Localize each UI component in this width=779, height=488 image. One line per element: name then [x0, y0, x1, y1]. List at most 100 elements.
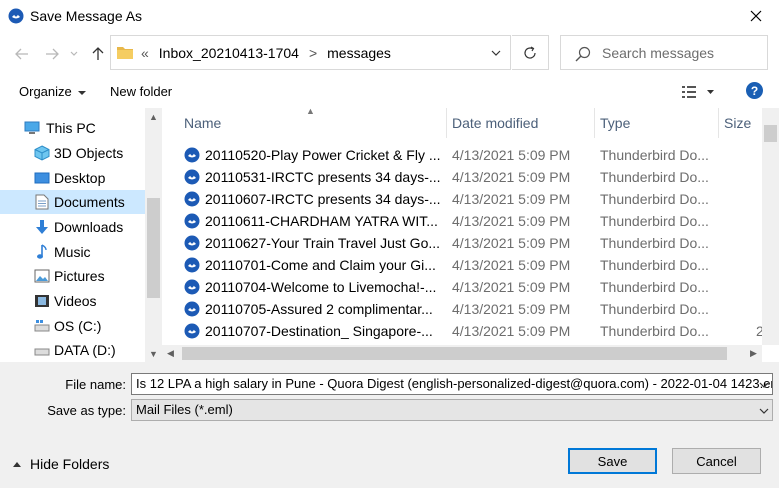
sidebar-item-label: Downloads: [54, 219, 124, 235]
chevron-down-icon[interactable]: [490, 47, 502, 59]
column-header-date[interactable]: Date modified: [452, 108, 538, 138]
download-icon: [34, 219, 50, 235]
file-name-cell: 20110701-Come and Claim your Gi...: [205, 257, 436, 273]
scrollbar-thumb[interactable]: [147, 198, 160, 298]
date-modified-cell: 4/13/2021 5:09 PM: [452, 235, 571, 251]
thunderbird-icon: [8, 8, 24, 24]
file-name-cell: 20110531-IRCTC presents 34 days-...: [205, 169, 441, 185]
chevron-down-icon[interactable]: [759, 407, 769, 415]
hide-folders-label: Hide Folders: [30, 456, 110, 472]
forward-button[interactable]: [42, 44, 62, 64]
chevron-down-icon: [78, 90, 87, 95]
sidebar-item-music[interactable]: Music: [0, 240, 145, 264]
file-name-input[interactable]: Is 12 LPA a high salary in Pune - Quora …: [131, 373, 773, 395]
sidebar-item-label: Music: [54, 244, 91, 260]
sidebar-item-3d-objects[interactable]: 3D Objects: [0, 141, 145, 165]
thunderbird-document-icon: [184, 191, 200, 207]
column-header-size[interactable]: Size: [724, 108, 751, 138]
file-list-horizontal-scrollbar[interactable]: ◀ ▶: [162, 345, 762, 362]
computer-icon: [24, 120, 40, 136]
arrow-up-icon: [92, 47, 104, 60]
column-header-type[interactable]: Type: [600, 108, 630, 138]
file-type-cell: Thunderbird Do...: [600, 169, 709, 185]
table-row[interactable]: 20110704-Welcome to Livemocha!-... 4/13/2…: [162, 276, 762, 298]
chevron-right-icon[interactable]: ▶: [745, 345, 762, 362]
breadcrumb-item-messages[interactable]: messages: [327, 45, 391, 61]
save-button[interactable]: Save: [568, 448, 657, 474]
table-row[interactable]: 20110531-IRCTC presents 34 days-... 4/13/…: [162, 166, 762, 188]
refresh-button[interactable]: [512, 35, 549, 70]
sidebar-scrollbar[interactable]: ▲ ▼: [145, 108, 162, 362]
sidebar-item-downloads[interactable]: Downloads: [0, 215, 145, 239]
back-button[interactable]: [12, 44, 32, 64]
sidebar-item-documents[interactable]: Documents: [0, 190, 145, 214]
pictures-icon: [34, 268, 50, 284]
date-modified-cell: 4/13/2021 5:09 PM: [452, 169, 571, 185]
address-bar[interactable]: « Inbox_20210413-1704 > messages: [110, 35, 511, 70]
table-row[interactable]: 20110705-Assured 2 complimentar... 4/13/2…: [162, 298, 762, 320]
up-button[interactable]: [88, 44, 108, 64]
recent-locations-button[interactable]: [68, 44, 80, 64]
sidebar-item-label: This PC: [46, 120, 96, 136]
organize-button[interactable]: Organize: [19, 84, 87, 99]
table-row[interactable]: 20110707-Destination_ Singapore-... 4/13/…: [162, 320, 764, 342]
file-type-cell: Thunderbird Do...: [600, 257, 709, 273]
sidebar-item-data-d[interactable]: DATA (D:): [0, 338, 145, 362]
close-button[interactable]: [733, 0, 779, 32]
folder-icon: [117, 47, 133, 59]
sidebar-item-videos[interactable]: Videos: [0, 289, 145, 313]
column-divider[interactable]: [446, 108, 447, 138]
sidebar-item-label: DATA (D:): [54, 342, 116, 358]
column-divider[interactable]: [594, 108, 595, 138]
help-button[interactable]: ?: [746, 82, 763, 99]
scrollbar-thumb[interactable]: [764, 125, 777, 142]
date-modified-cell: 4/13/2021 5:09 PM: [452, 213, 571, 229]
music-icon: [34, 244, 50, 260]
breadcrumb-overflow[interactable]: «: [141, 45, 149, 61]
command-bar: Organize New folder ?: [0, 76, 779, 108]
date-modified-cell: 4/13/2021 5:09 PM: [452, 279, 571, 295]
sidebar-item-desktop[interactable]: Desktop: [0, 166, 145, 190]
column-divider[interactable]: [718, 108, 719, 138]
table-row[interactable]: 20110611-CHARDHAM YATRA WIT... 4/13/2021 …: [162, 210, 762, 232]
table-row[interactable]: 20110627-Your Train Travel Just Go... 4/1…: [162, 232, 762, 254]
sidebar-item-label: Documents: [54, 194, 125, 210]
chevron-up-icon[interactable]: ▲: [145, 108, 162, 125]
thunderbird-document-icon: [184, 257, 200, 273]
chevron-left-icon[interactable]: ◀: [162, 345, 179, 362]
file-list: ▲ Name Date modified Type Size 20110520-…: [162, 108, 779, 362]
hide-folders-button[interactable]: Hide Folders: [12, 456, 109, 472]
search-box[interactable]: Search messages: [560, 35, 768, 70]
chevron-down-icon[interactable]: ▼: [145, 345, 162, 362]
date-modified-cell: 4/13/2021 5:09 PM: [452, 301, 571, 317]
save-as-type-label: Save as type:: [47, 403, 126, 418]
sidebar-item-pictures[interactable]: Pictures: [0, 264, 145, 288]
file-list-vertical-scrollbar[interactable]: [762, 108, 779, 345]
column-header-name[interactable]: Name: [184, 108, 221, 138]
chevron-down-icon[interactable]: [759, 381, 769, 389]
drive-icon: [34, 342, 50, 358]
file-name-cell: 20110607-IRCTC presents 34 days-...: [205, 191, 441, 207]
sidebar-item-os-c[interactable]: OS (C:): [0, 314, 145, 338]
search-icon: [575, 46, 591, 62]
window-title: Save Message As: [30, 8, 143, 24]
sidebar-item-this-pc[interactable]: This PC: [0, 116, 145, 140]
scrollbar-thumb[interactable]: [182, 347, 727, 360]
date-modified-cell: 4/13/2021 5:09 PM: [452, 147, 571, 163]
thunderbird-document-icon: [184, 279, 200, 295]
date-modified-cell: 4/13/2021 5:09 PM: [452, 323, 571, 339]
organize-label: Organize: [19, 84, 72, 99]
table-row[interactable]: 20110701-Come and Claim your Gi... 4/13/2…: [162, 254, 762, 276]
save-as-type-select[interactable]: Mail Files (*.eml): [131, 399, 773, 421]
breadcrumb-item-inbox[interactable]: Inbox_20210413-1704: [159, 45, 299, 61]
table-row[interactable]: 20110520-Play Power Cricket & Fly ... 4/1…: [162, 144, 762, 166]
chevron-down-icon: [70, 51, 78, 56]
table-row[interactable]: 20110607-IRCTC presents 34 days-... 4/13/…: [162, 188, 762, 210]
view-options-button[interactable]: [682, 85, 718, 99]
file-type-cell: Thunderbird Do...: [600, 323, 709, 339]
file-name-cell: 20110705-Assured 2 complimentar...: [205, 301, 433, 317]
new-folder-button[interactable]: New folder: [110, 84, 172, 99]
file-type-cell: Thunderbird Do...: [600, 147, 709, 163]
cancel-button[interactable]: Cancel: [672, 448, 761, 474]
search-input[interactable]: Search messages: [602, 45, 714, 61]
